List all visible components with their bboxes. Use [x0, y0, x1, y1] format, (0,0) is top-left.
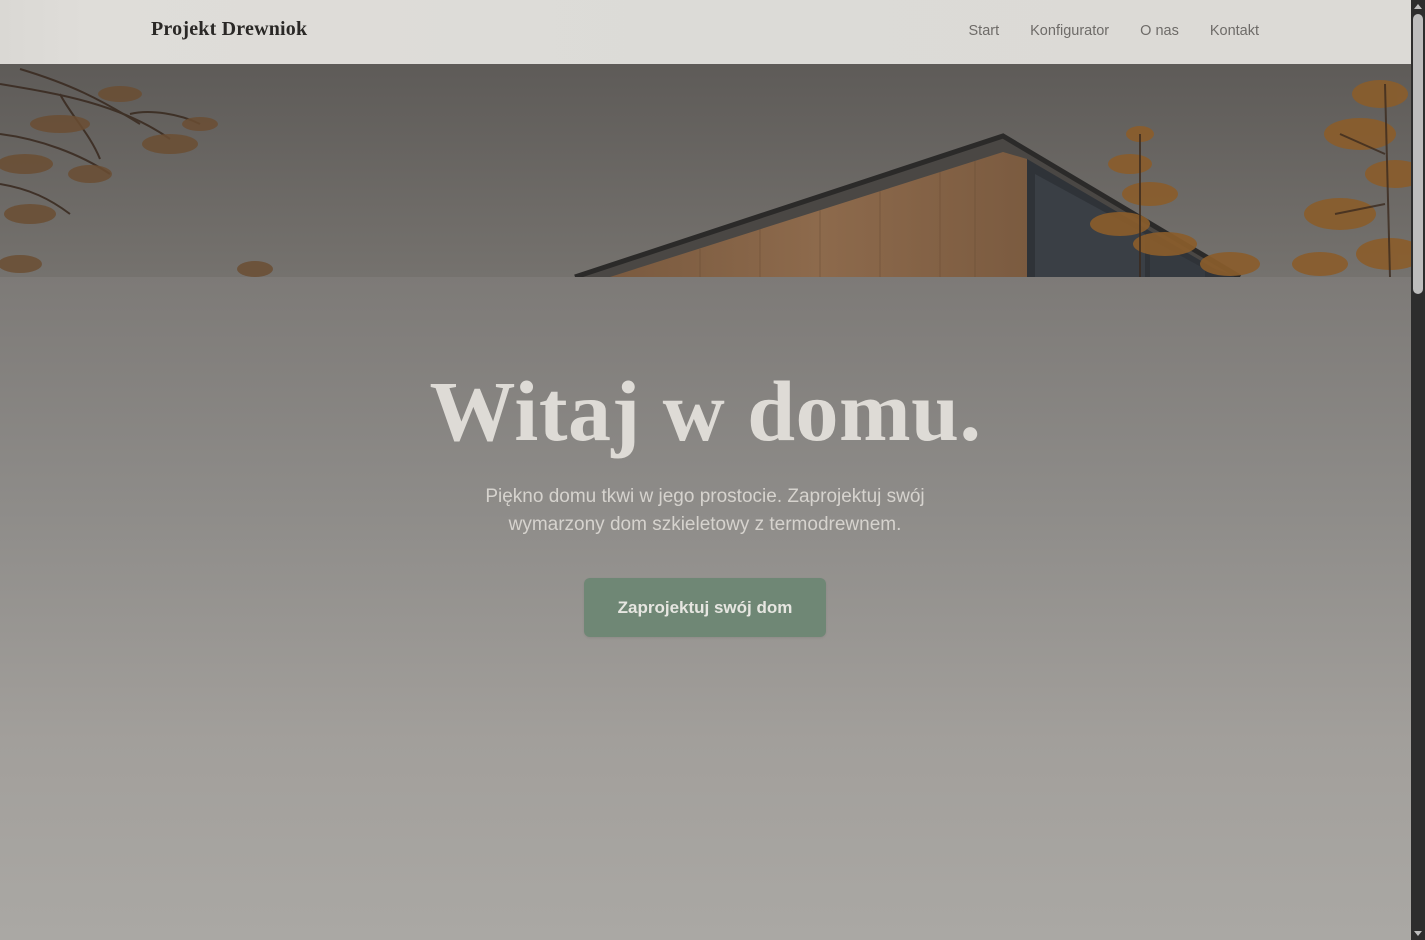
site-logo[interactable]: Projekt Drewniok	[151, 18, 307, 41]
scrollbar-thumb[interactable]	[1413, 14, 1423, 294]
design-your-house-button[interactable]: Zaprojektuj swój dom	[584, 578, 826, 637]
hero-subtitle: Piękno domu tkwi w jego prostocie. Zapro…	[485, 486, 925, 535]
hero-background-photo	[0, 64, 1411, 277]
nav-link-konfigurator[interactable]: Konfigurator	[1030, 23, 1109, 39]
hero-headline: Witaj w domu.	[429, 363, 982, 459]
nav-link-start[interactable]: Start	[969, 23, 1000, 39]
hero-section: Witaj w domu. Piękno domu tkwi w jego pr…	[0, 277, 1411, 940]
page: Projekt Drewniok Start Konfigurator O na…	[0, 0, 1425, 940]
main-nav: Start Konfigurator O nas Kontakt	[938, 23, 1259, 39]
nav-link-o-nas[interactable]: O nas	[1140, 23, 1179, 39]
site-header: Projekt Drewniok Start Konfigurator O na…	[0, 0, 1411, 64]
scroll-down-arrow-icon[interactable]	[1414, 931, 1422, 936]
scroll-up-arrow-icon[interactable]	[1414, 4, 1422, 9]
nav-link-kontakt[interactable]: Kontakt	[1210, 23, 1259, 39]
page-scrollbar[interactable]	[1411, 0, 1425, 940]
house-with-trees-image	[0, 64, 1411, 277]
